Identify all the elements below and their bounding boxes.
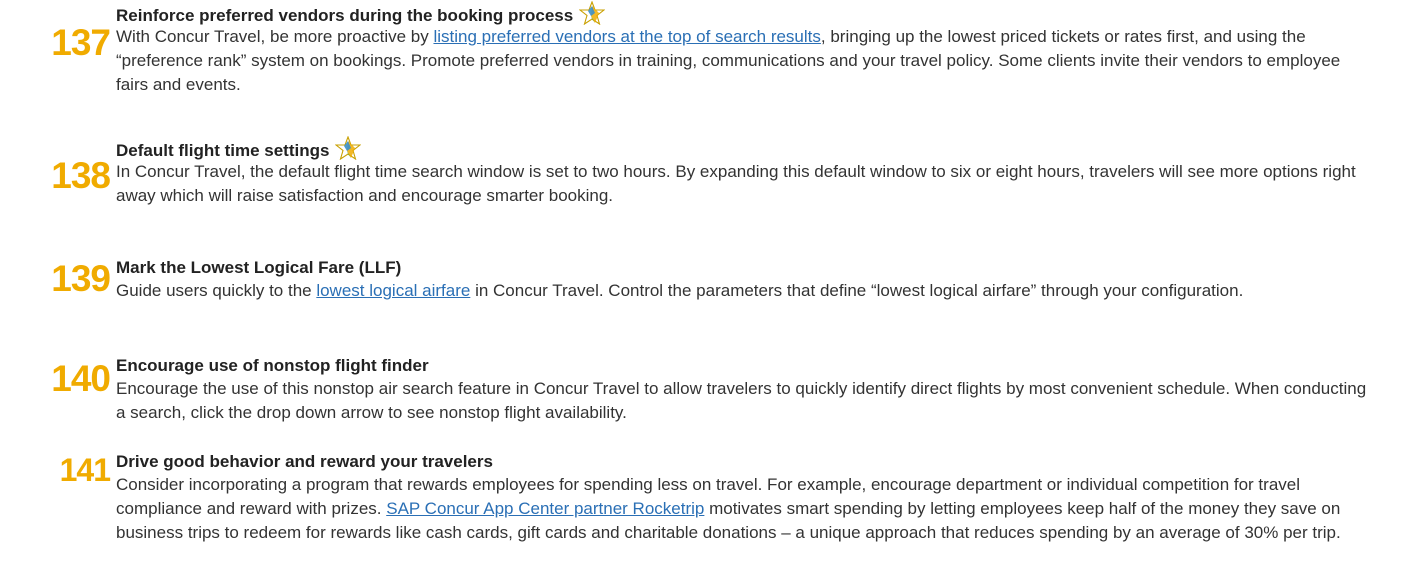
tip-body: Encourage the use of this nonstop air se… [116,377,1376,425]
tip-title-text: Drive good behavior and reward your trav… [116,452,493,471]
tip-title: Encourage use of nonstop flight finder [116,356,429,376]
tip-body: In Concur Travel, the default flight tim… [116,160,1376,208]
tip-body-text: Encourage the use of this nonstop air se… [116,379,1367,422]
tip-title: Mark the Lowest Logical Fare (LLF) [116,258,401,278]
tip-title-text: Default flight time settings [116,141,330,160]
tip-title-text: Mark the Lowest Logical Fare (LLF) [116,258,402,277]
tip-body-text: Guide users quickly to the [116,281,317,300]
tip-number: 138 [51,155,111,196]
tip-title: Drive good behavior and reward your trav… [116,452,493,472]
rocketrip-link[interactable]: SAP Concur App Center partner Rocketrip [386,499,704,518]
tip-body: Guide users quickly to the lowest logica… [116,279,1376,303]
tip-number: 140 [51,358,111,399]
preferred-vendors-link[interactable]: listing preferred vendors at the top of … [433,27,820,46]
tip-body-text: With Concur Travel, be more proactive by [116,27,434,46]
star-icon [335,136,362,160]
tip-number: 139 [51,258,111,299]
tip-title-text: Reinforce preferred vendors during the b… [116,6,574,25]
tip-number: 141 [59,452,111,488]
tip-body-text-cont: in Concur Travel. Control the parameters… [470,281,1244,300]
tip-body: With Concur Travel, be more proactive by… [116,25,1376,97]
tip-number: 137 [51,22,111,63]
tip-title-text: Encourage use of nonstop flight finder [116,356,429,375]
star-icon [579,1,606,25]
lowest-logical-airfare-link[interactable]: lowest logical airfare [316,281,470,300]
tip-body-text: In Concur Travel, the default flight tim… [116,162,1356,205]
tip-body: Consider incorporating a program that re… [116,473,1376,545]
